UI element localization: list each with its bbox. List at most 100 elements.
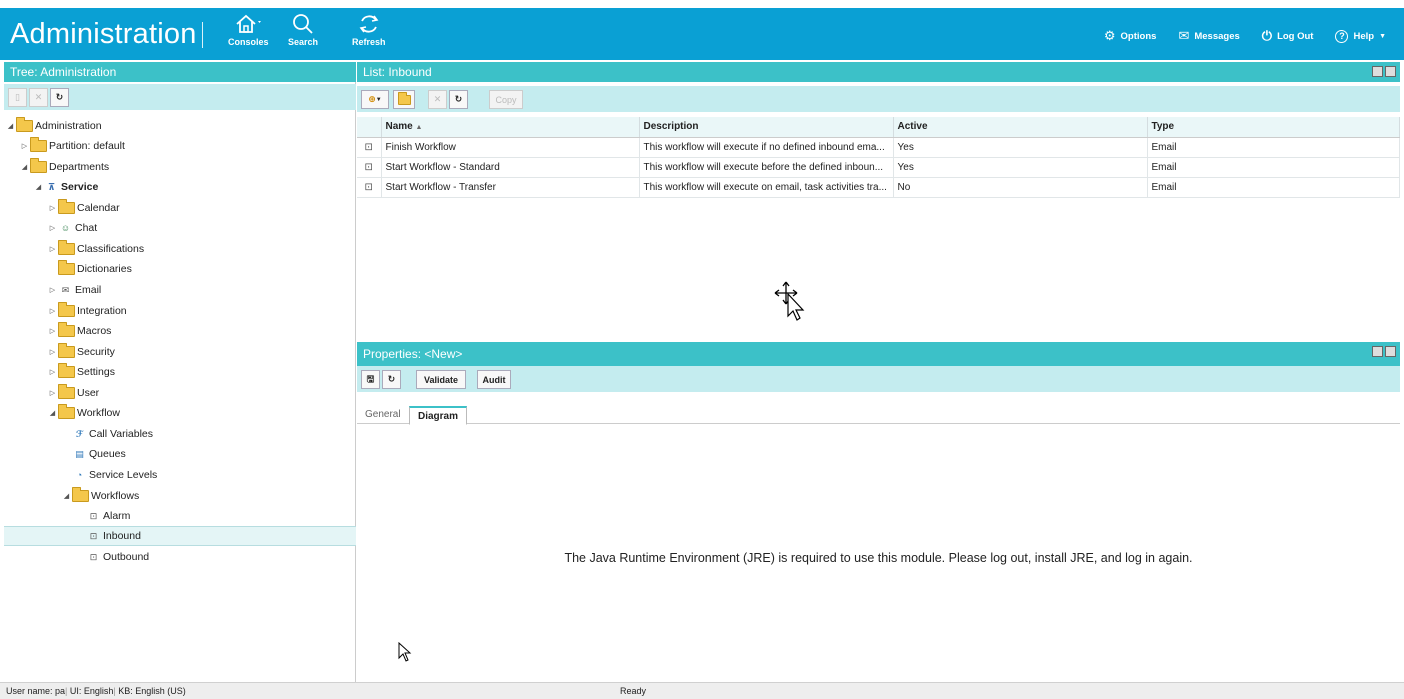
tree-item-label: Service	[61, 181, 99, 193]
tree-item-departments[interactable]: ◢ Departments	[4, 157, 356, 177]
tab-general-label: General	[365, 409, 401, 420]
save-button[interactable]: 🖫	[361, 370, 380, 389]
list-refresh-button[interactable]: ↻	[449, 90, 468, 109]
consoles-button[interactable]: Consoles	[228, 12, 269, 47]
status-bar: User name: pa| UI: English| KB: English …	[0, 682, 1404, 699]
table-row[interactable]: ⊡ Finish Workflow This workflow will exe…	[357, 137, 1400, 158]
tree-item-service[interactable]: ◢ ⊼ Service	[4, 177, 356, 197]
collapsed-arrow-icon: ▷	[49, 390, 56, 397]
tree-item-user[interactable]: ▷ User	[4, 383, 356, 403]
properties-refresh-button[interactable]: ↻	[382, 370, 401, 389]
maximize-icon[interactable]	[1385, 66, 1396, 77]
copy-label: Copy	[495, 94, 517, 105]
tree-item-calendar[interactable]: ▷ Calendar	[4, 198, 356, 218]
description-column-header[interactable]: Description	[639, 117, 894, 138]
tree-item-inbound[interactable]: ⊡ Inbound	[4, 526, 356, 546]
help-icon: ?	[1335, 29, 1349, 43]
minimize-icon[interactable]	[1372, 346, 1383, 357]
status-user: User name: pa	[6, 686, 66, 696]
refresh-icon: ↻	[55, 92, 64, 102]
tree-item-outbound[interactable]: ⊡ Outbound	[4, 547, 356, 567]
tree-item-service-levels[interactable]: ◔ Service Levels	[4, 465, 356, 485]
active-column-header[interactable]: Active	[893, 117, 1148, 138]
tree-item-label: Administration	[35, 120, 102, 132]
tree-item-settings[interactable]: ▷ Settings	[4, 362, 356, 382]
copy-button[interactable]: Copy	[489, 90, 523, 109]
tree-item-integration[interactable]: ▷ Integration	[4, 301, 356, 321]
workflow-table: Name ▲ Description Active Type ⊡ Finish …	[357, 117, 1400, 198]
maximize-icon[interactable]	[1385, 346, 1396, 357]
folder-icon	[58, 384, 75, 399]
tree-item-workflow[interactable]: ◢ Workflow	[4, 403, 356, 423]
expanded-arrow-icon: ◢	[63, 493, 70, 500]
move-cursor-icon	[774, 281, 805, 321]
list-toolbar: ⊕ ▼ ✕ ↻ Copy	[357, 86, 1400, 112]
name-column-header[interactable]: Name ▲	[381, 117, 640, 138]
home-icon	[236, 14, 262, 33]
list-heading: List: Inbound	[357, 62, 1400, 82]
new-item-dropdown-button[interactable]: ⊕ ▼	[361, 90, 389, 109]
validate-label: Validate	[423, 374, 459, 385]
tab-diagram[interactable]: Diagram	[409, 406, 468, 425]
validate-button[interactable]: Validate	[416, 370, 466, 389]
title-divider	[202, 22, 203, 48]
tree-item-label: Integration	[77, 305, 127, 317]
expanded-arrow-icon: ◢	[21, 164, 28, 171]
tab-diagram-label: Diagram	[418, 411, 459, 422]
tab-general[interactable]: General	[357, 406, 409, 425]
tree-delete-button[interactable]: ✕	[29, 88, 48, 107]
minimize-icon[interactable]	[1372, 66, 1383, 77]
tree-item-queues[interactable]: ▤ Queues	[4, 444, 356, 464]
type-column-label: Type	[1151, 121, 1175, 133]
workflow-icon: ⊡	[89, 551, 98, 562]
table-row[interactable]: ⊡ Start Workflow - Transfer This workflo…	[357, 177, 1400, 198]
tree-heading: Tree: Administration	[4, 62, 356, 82]
collapsed-arrow-icon: ▷	[49, 308, 56, 315]
table-row[interactable]: ⊡ Start Workflow - Standard This workflo…	[357, 157, 1400, 178]
row-type: Email	[1147, 177, 1400, 198]
audit-button[interactable]: Audit	[477, 370, 511, 389]
options-button[interactable]: ⚙ Options	[1104, 28, 1157, 44]
chat-agent-icon: ☺	[60, 223, 71, 233]
tree-new-button[interactable]: ▯	[8, 88, 27, 107]
delete-icon: ✕	[433, 94, 442, 104]
tree-item-email[interactable]: ▷ ✉ Email	[4, 280, 356, 300]
tree-item-label: Partition: default	[49, 140, 125, 152]
folder-icon	[58, 404, 75, 419]
folder-icon	[58, 240, 75, 255]
tree-item-administration[interactable]: ◢ Administration	[4, 116, 356, 136]
tree-item-workflows[interactable]: ◢ Workflows	[4, 486, 356, 506]
search-button[interactable]: Search	[288, 12, 318, 47]
expanded-arrow-icon: ◢	[49, 410, 56, 417]
messages-button[interactable]: ✉ Messages	[1178, 28, 1239, 44]
row-type: Email	[1147, 137, 1400, 158]
tree-item-label: Workflow	[77, 407, 120, 419]
tree-item-call-variables[interactable]: ℱ Call Variables	[4, 424, 356, 444]
gear-icon: ⚙	[1103, 28, 1116, 43]
help-button[interactable]: ? Help ▼	[1335, 28, 1386, 44]
tree-item-dictionaries[interactable]: Dictionaries	[4, 259, 356, 279]
list-heading-label: List: Inbound	[363, 65, 432, 79]
jre-required-message: The Java Runtime Environment (JRE) is re…	[564, 551, 1193, 565]
tree-refresh-button[interactable]: ↻	[50, 88, 69, 107]
folder-icon	[30, 158, 47, 173]
chevron-down-icon: ▼	[375, 96, 382, 103]
expanded-arrow-icon: ◢	[7, 123, 14, 130]
refresh-button[interactable]: Refresh	[352, 12, 386, 47]
refresh-icon: ↻	[387, 374, 396, 384]
folder-icon	[58, 260, 75, 275]
tree-toolbar: ▯ ✕ ↻	[4, 84, 356, 110]
tree-item-classifications[interactable]: ▷ Classifications	[4, 239, 356, 259]
logout-button[interactable]: ⏻ Log Out	[1262, 28, 1314, 44]
type-column-header[interactable]: Type	[1147, 117, 1400, 138]
tree-item-chat[interactable]: ▷ ☺ Chat	[4, 218, 356, 238]
new-folder-button[interactable]	[393, 90, 415, 109]
folder-icon	[58, 363, 75, 378]
top-bar: Administration Consoles Search Refresh ⚙…	[0, 8, 1404, 60]
tree-item-alarm[interactable]: ⊡ Alarm	[4, 506, 356, 526]
delete-button[interactable]: ✕	[428, 90, 447, 109]
tree-item-security[interactable]: ▷ Security	[4, 342, 356, 362]
tree-item-macros[interactable]: ▷ Macros	[4, 321, 356, 341]
tree-item-partition[interactable]: ▷ Partition: default	[4, 136, 356, 156]
tree-item-label: Outbound	[103, 551, 150, 563]
